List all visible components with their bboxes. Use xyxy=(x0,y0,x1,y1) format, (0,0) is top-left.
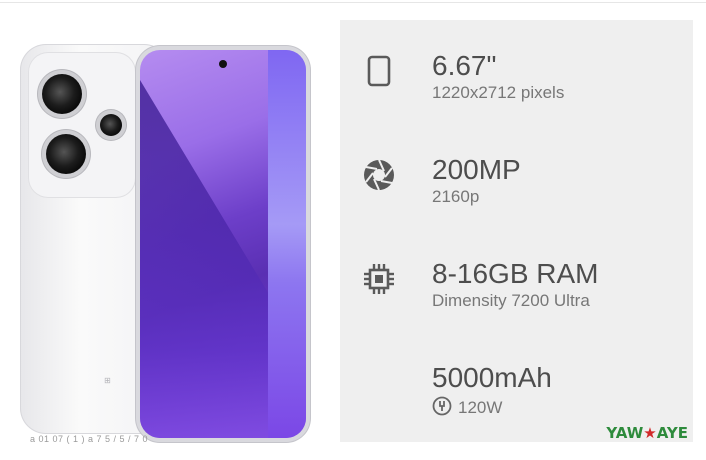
watermark-part1: YAW xyxy=(606,424,644,442)
tertiary-camera-lens xyxy=(100,114,122,136)
product-image: ⊞ a 01 07 ( 1 ) a 7 5 / 5 / 7 0 xyxy=(18,38,324,444)
front-camera-hole xyxy=(219,60,227,68)
chipset-name: Dimensity 7200 Ultra xyxy=(432,291,590,310)
camera-resolution: 200MP xyxy=(432,154,521,185)
screen-wallpaper-shade xyxy=(140,80,270,438)
watermark-star: ★ xyxy=(643,424,657,442)
phone-outline-icon xyxy=(360,52,398,90)
display-resolution: 1220x2712 pixels xyxy=(432,83,565,102)
secondary-camera-lens xyxy=(46,134,86,174)
top-divider xyxy=(0,2,706,3)
specs-panel: 6.67" 1220x2712 pixels 200MP 2160p 8-16G… xyxy=(340,20,693,442)
display-size: 6.67" xyxy=(432,50,497,81)
phone-screen xyxy=(140,50,306,438)
charging-wattage: 120W xyxy=(458,398,503,417)
spec-row-camera: 200MP 2160p xyxy=(340,152,693,232)
camera-module xyxy=(28,52,136,198)
video-resolution: 2160p xyxy=(432,187,480,206)
watermark-logo: YAW★AYE xyxy=(606,424,688,442)
battery-charging-icon xyxy=(432,396,452,419)
main-camera-lens xyxy=(42,74,82,114)
screen-wallpaper-band xyxy=(268,50,306,438)
phone-front-view xyxy=(136,46,310,442)
battery-capacity: 5000mAh xyxy=(432,362,552,393)
brand-logo-mark: ⊞ xyxy=(104,376,111,385)
spec-row-memory: 8-16GB RAM Dimensity 7200 Ultra xyxy=(340,256,693,336)
camera-aperture-icon xyxy=(360,156,398,194)
charging-info: 120W xyxy=(432,396,502,419)
processor-chip-icon xyxy=(360,260,398,298)
watermark-part2: AYE xyxy=(656,424,688,442)
image-caption: a 01 07 ( 1 ) a 7 5 / 5 / 7 0 xyxy=(30,434,149,444)
ram-capacity: 8-16GB RAM xyxy=(432,258,599,289)
spec-row-display: 6.67" 1220x2712 pixels xyxy=(340,48,693,128)
